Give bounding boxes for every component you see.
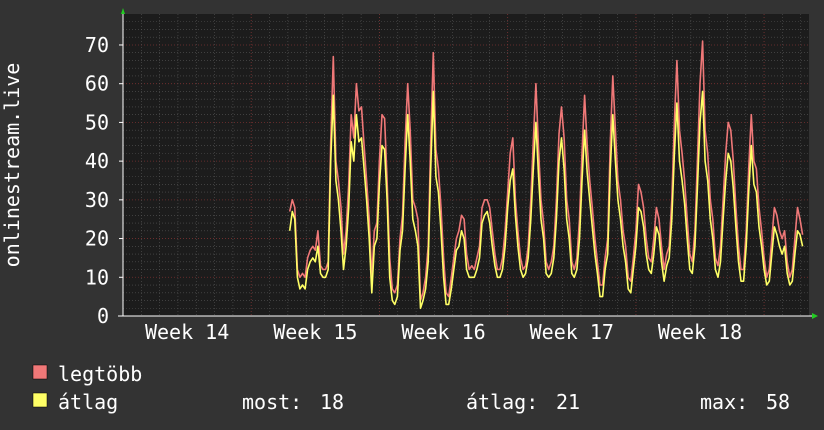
x-axis-arrow xyxy=(812,313,818,319)
x-tick-label: Week 17 xyxy=(530,320,614,344)
legend-swatch-atlag xyxy=(32,392,48,408)
legend-label-legtobb: legtöbb xyxy=(58,362,142,386)
stat-max-label: max: xyxy=(700,390,748,414)
y-tick-label: 60 xyxy=(85,72,109,96)
y-axis-arrow xyxy=(121,8,125,14)
x-tick-labels: Week 14 Week 15 Week 16 Week 17 Week 18 xyxy=(145,320,742,344)
y-tick-label: 20 xyxy=(85,227,109,251)
stat-atlag-label: átlag: xyxy=(466,390,538,414)
stat-most-label: most: xyxy=(242,390,302,414)
x-tick-label: Week 14 xyxy=(145,320,229,344)
y-tick-label: 50 xyxy=(85,110,109,134)
legend-label-atlag: átlag xyxy=(58,390,118,414)
y-tick-label: 0 xyxy=(97,304,109,328)
stat-most-value: 18 xyxy=(320,390,344,414)
stat-max-value: 58 xyxy=(766,390,790,414)
y-tick-label: 10 xyxy=(85,265,109,289)
x-tick-label: Week 18 xyxy=(658,320,742,344)
y-tick-label: 30 xyxy=(85,188,109,212)
legend-swatch-legtobb xyxy=(32,364,48,380)
x-tick-label: Week 16 xyxy=(401,320,485,344)
chart: 010203040506070 Week 14 Week 15 Week 16 Wee… xyxy=(0,8,818,414)
x-tick-label: Week 15 xyxy=(273,320,357,344)
stat-atlag-value: 21 xyxy=(556,390,580,414)
y-tick-label: 40 xyxy=(85,149,109,173)
stats: most: 18 átlag: 21 max: 58 xyxy=(242,390,790,414)
y-tick-label: 70 xyxy=(85,33,109,57)
legend: legtöbb átlag xyxy=(32,362,142,414)
y-tick-labels: 0 10 20 30 40 50 60 70 xyxy=(85,33,123,328)
y-axis-label: onlinestream.live xyxy=(0,63,24,268)
